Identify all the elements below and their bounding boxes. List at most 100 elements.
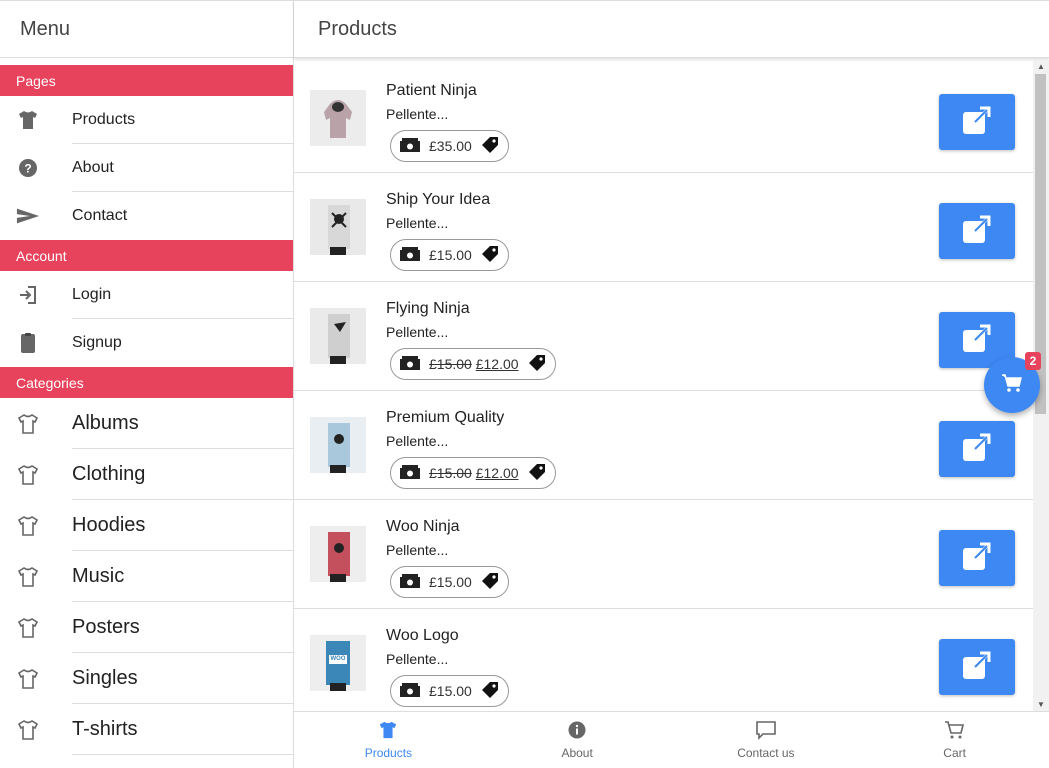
tag-icon bbox=[480, 680, 500, 703]
product-name: Patient Ninja bbox=[386, 82, 477, 99]
product-name: Flying Ninja bbox=[386, 300, 470, 317]
sidebar-item-albums[interactable]: Albums bbox=[0, 398, 293, 449]
external-link-icon bbox=[961, 540, 993, 577]
money-icon bbox=[399, 464, 421, 483]
tshirt-outline-icon bbox=[16, 565, 40, 589]
thumbnail-logo: WOO bbox=[330, 656, 346, 662]
open-product-button[interactable] bbox=[939, 530, 1015, 586]
tab-cart[interactable]: Cart bbox=[860, 712, 1049, 768]
sidebar-item-contact[interactable]: Contact bbox=[0, 192, 293, 240]
info-icon bbox=[567, 720, 587, 743]
tshirt-outline-icon bbox=[16, 514, 40, 538]
sidebar-item-tshirts[interactable]: T-shirts bbox=[0, 704, 293, 755]
tshirt-icon bbox=[16, 108, 40, 132]
sidebar-item-signup[interactable]: Signup bbox=[0, 319, 293, 367]
sidebar-item-products[interactable]: Products bbox=[0, 96, 293, 144]
money-icon bbox=[399, 682, 421, 701]
sidebar-item-label: Posters bbox=[72, 616, 140, 638]
product-price: £35.00 bbox=[429, 138, 472, 154]
product-thumbnail: WOO bbox=[310, 635, 366, 691]
cart-count-badge: 2 bbox=[1025, 352, 1041, 370]
sidebar-item-hoodies[interactable]: Hoodies bbox=[0, 500, 293, 551]
clipboard-icon bbox=[16, 331, 40, 355]
product-thumbnail bbox=[310, 526, 366, 582]
tab-about[interactable]: About bbox=[483, 712, 672, 768]
scroll-down-arrow-icon[interactable]: ▼ bbox=[1037, 700, 1045, 709]
svg-text:?: ? bbox=[24, 162, 31, 176]
section-header-categories: Categories bbox=[0, 367, 293, 398]
external-link-icon bbox=[961, 431, 993, 468]
sidebar-item-posters[interactable]: Posters bbox=[0, 602, 293, 653]
product-thumbnail bbox=[310, 308, 366, 364]
money-icon bbox=[399, 246, 421, 265]
page-title: Products bbox=[294, 0, 1049, 58]
product-thumbnail bbox=[310, 199, 366, 255]
tab-contact-us[interactable]: Contact us bbox=[672, 712, 861, 768]
sidebar-item-label: Music bbox=[72, 565, 125, 587]
app: Menu Pages Products ? About Contact Acco… bbox=[0, 0, 1049, 768]
product-thumbnail bbox=[310, 417, 366, 473]
main-content: Products Patient Ninja Pellente... £35.0… bbox=[294, 0, 1049, 768]
open-product-button[interactable] bbox=[939, 203, 1015, 259]
money-icon bbox=[399, 355, 421, 374]
product-description: Pellente... bbox=[386, 433, 449, 449]
price-chip[interactable]: £15.00 bbox=[390, 675, 509, 707]
login-icon bbox=[16, 283, 40, 307]
scroll-up-arrow-icon[interactable]: ▲ bbox=[1037, 62, 1045, 71]
external-link-icon bbox=[961, 104, 993, 141]
product-name: Premium Quality bbox=[386, 409, 505, 426]
product-description: Pellente... bbox=[386, 106, 449, 122]
tshirt-outline-icon bbox=[16, 616, 40, 640]
money-icon bbox=[399, 137, 421, 156]
product-description: Pellente... bbox=[386, 215, 449, 231]
tag-icon bbox=[480, 135, 500, 158]
product-price: £15.00 bbox=[429, 683, 472, 699]
price-chip[interactable]: £15.00 £12.00 bbox=[390, 348, 556, 380]
sidebar-item-singles[interactable]: Singles bbox=[0, 653, 293, 704]
price-chip[interactable]: £15.00 bbox=[390, 239, 509, 271]
product-name: Woo Ninja bbox=[386, 518, 460, 535]
sidebar-item-login[interactable]: Login bbox=[0, 271, 293, 319]
sidebar-item-label: About bbox=[72, 159, 114, 176]
product-row[interactable]: Patient Ninja Pellente... £35.00 bbox=[294, 64, 1033, 173]
sidebar-item-label: Clothing bbox=[72, 463, 146, 485]
price-chip[interactable]: £15.00 bbox=[390, 566, 509, 598]
product-description: Pellente... bbox=[386, 651, 449, 667]
sidebar-item-label: Contact bbox=[72, 207, 128, 224]
sidebar-item-label: Albums bbox=[72, 412, 139, 434]
product-price: £12.00 bbox=[475, 465, 519, 481]
sidebar-item-label: T-shirts bbox=[72, 718, 138, 740]
chat-icon bbox=[755, 720, 777, 743]
tab-products[interactable]: Products bbox=[294, 712, 483, 768]
sidebar-item-label: Login bbox=[72, 286, 112, 303]
external-link-icon bbox=[961, 649, 993, 686]
product-row[interactable]: Premium Quality Pellente... £15.00 £12.0… bbox=[294, 391, 1033, 500]
section-header-pages: Pages bbox=[0, 65, 293, 96]
cart-icon bbox=[944, 720, 966, 743]
sidebar-item-music[interactable]: Music bbox=[0, 551, 293, 602]
tag-icon bbox=[480, 244, 500, 267]
tag-icon bbox=[527, 462, 547, 485]
price-chip[interactable]: £35.00 bbox=[390, 130, 509, 162]
tab-label: About bbox=[561, 746, 593, 760]
tab-label: Cart bbox=[943, 746, 966, 760]
open-product-button[interactable] bbox=[939, 94, 1015, 150]
open-product-button[interactable] bbox=[939, 421, 1015, 477]
price-chip[interactable]: £15.00 £12.00 bbox=[390, 457, 556, 489]
product-row[interactable]: Flying Ninja Pellente... £15.00 £12.00 bbox=[294, 282, 1033, 391]
sidebar-item-clothing[interactable]: Clothing bbox=[0, 449, 293, 500]
product-price: £12.00 bbox=[475, 356, 519, 372]
product-thumbnail bbox=[310, 90, 366, 146]
product-name: Ship Your Idea bbox=[386, 191, 491, 208]
product-row[interactable]: WOO Woo Logo Pellente... £15.00 bbox=[294, 609, 1033, 711]
product-old-price: £15.00 bbox=[429, 465, 472, 481]
section-header-account: Account bbox=[0, 240, 293, 271]
tshirt-outline-icon bbox=[16, 412, 40, 436]
sidebar-item-about[interactable]: ? About bbox=[0, 144, 293, 192]
open-product-button[interactable] bbox=[939, 639, 1015, 695]
product-row[interactable]: Ship Your Idea Pellente... £15.00 bbox=[294, 173, 1033, 282]
tab-label: Contact us bbox=[737, 746, 795, 760]
product-row[interactable]: Woo Ninja Pellente... £15.00 bbox=[294, 500, 1033, 609]
product-description: Pellente... bbox=[386, 542, 449, 558]
product-list[interactable]: Patient Ninja Pellente... £35.00 Ship Yo… bbox=[294, 60, 1033, 711]
